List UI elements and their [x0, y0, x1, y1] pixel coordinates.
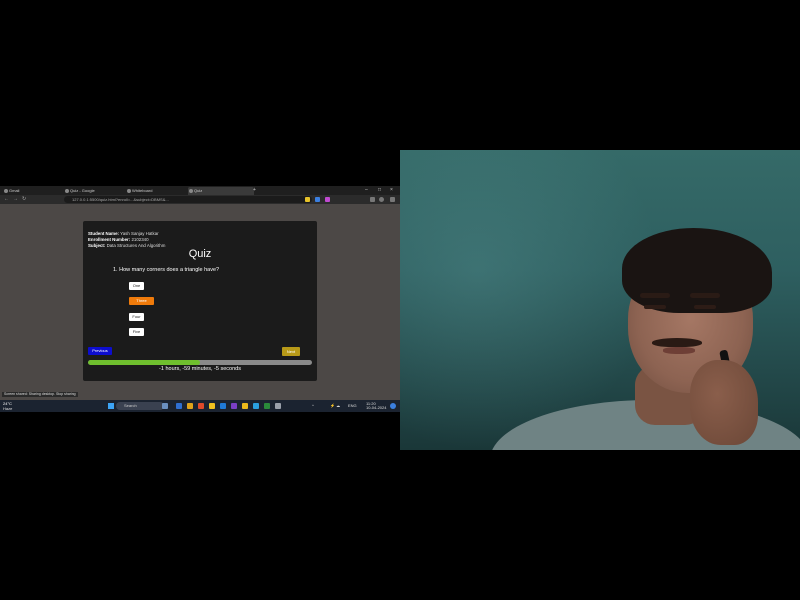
- browser-tab-1[interactable]: Gmail: [3, 187, 65, 195]
- file-explorer-icon[interactable]: [187, 403, 193, 409]
- forward-icon[interactable]: →: [13, 196, 18, 203]
- tab-favicon-icon: [127, 189, 131, 193]
- app-icon[interactable]: [242, 403, 248, 409]
- chrome-icon[interactable]: [209, 403, 215, 409]
- option-button-selected[interactable]: Three: [129, 297, 154, 305]
- student-name-value: Yash Sanjay Hatkar: [120, 231, 159, 236]
- tab-label: Quiz: [194, 188, 203, 193]
- settings-icon[interactable]: [275, 403, 281, 409]
- weather-widget[interactable]: 24°C Haze: [3, 401, 12, 411]
- tray-icons[interactable]: ⚡ ☁: [330, 404, 340, 408]
- screen-share-tooltip: Screen shared: Sharing desktop. Stop sha…: [2, 392, 78, 397]
- quiz-card: Student Name: Yash Sanjay Hatkar Enrollm…: [83, 221, 317, 381]
- webcam-person-eye: [694, 305, 716, 309]
- quiz-title: Quiz: [188, 248, 212, 260]
- enrollment-label: Enrollment Number:: [88, 237, 131, 242]
- extension-icon[interactable]: [315, 197, 320, 202]
- webcam-person-lips: [663, 347, 695, 354]
- progress-bar: [88, 360, 312, 365]
- weather-desc: Haze: [3, 406, 13, 411]
- tab-favicon-icon: [65, 189, 69, 193]
- timer-text: -1 hours, -59 minutes, -5 seconds: [159, 366, 241, 372]
- menu-icon[interactable]: [390, 197, 395, 202]
- windows-start-icon[interactable]: [108, 403, 114, 409]
- minimize-icon[interactable]: –: [365, 186, 368, 195]
- tab-favicon-icon: [189, 189, 193, 193]
- taskbar-search[interactable]: Search: [116, 402, 164, 410]
- next-button[interactable]: Next: [282, 347, 300, 356]
- browser-address-bar: ← → ↻ 127.0.0.1:5500/quiz.html?enroll=..…: [0, 195, 400, 204]
- extension-icon[interactable]: [325, 197, 330, 202]
- url-field[interactable]: 127.0.0.1:5500/quiz.html?enroll=...&subj…: [64, 196, 312, 203]
- close-icon[interactable]: ×: [390, 186, 393, 195]
- visual-studio-icon[interactable]: [231, 403, 237, 409]
- option-button[interactable]: Four: [129, 313, 144, 321]
- new-tab-icon[interactable]: +: [253, 186, 256, 195]
- webcam-person-hair: [622, 228, 772, 313]
- webcam-person-hand: [690, 360, 758, 445]
- maximize-icon[interactable]: □: [378, 186, 381, 195]
- option-button[interactable]: One: [129, 282, 144, 290]
- enrollment-value: 2102340: [131, 237, 149, 242]
- app-icon[interactable]: [220, 403, 226, 409]
- webcam-person-mustache: [652, 338, 702, 347]
- webcam-feed: [400, 150, 800, 450]
- extension-icon[interactable]: [305, 197, 310, 202]
- question-text: 1. How many corners does a triangle have…: [113, 267, 220, 273]
- tab-label: Quiz - Google: [70, 188, 95, 193]
- tab-label: Gmail: [9, 188, 20, 193]
- profile-icon[interactable]: [379, 197, 384, 202]
- option-button[interactable]: Five: [129, 328, 144, 336]
- windows-taskbar: 24°C Haze Search ^ ⚡ ☁ ENG 11:20 10-04-2…: [0, 400, 400, 412]
- notification-icon[interactable]: [390, 403, 396, 409]
- clock-date: 10-04-2024: [366, 405, 387, 410]
- tray-chevron-icon[interactable]: ^: [312, 404, 314, 408]
- app-icon[interactable]: [198, 403, 204, 409]
- webcam-person-eye: [644, 305, 666, 309]
- web-page: Student Name: Yash Sanjay Hatkar Enrollm…: [0, 204, 400, 400]
- webcam-person-brow: [640, 293, 670, 298]
- tab-favicon-icon: [4, 189, 8, 193]
- browser-tab-3[interactable]: Whiteboard: [126, 187, 190, 195]
- app-icon[interactable]: [176, 403, 182, 409]
- previous-button[interactable]: Previous: [88, 347, 112, 355]
- language-indicator[interactable]: ENG: [348, 404, 357, 408]
- back-icon[interactable]: ←: [4, 196, 9, 203]
- webcam-person-brow: [690, 293, 720, 298]
- downloads-icon[interactable]: [370, 197, 375, 202]
- app-icon[interactable]: [264, 403, 270, 409]
- taskbar-clock[interactable]: 11:20 10-04-2024: [366, 402, 386, 410]
- shared-screen: Gmail Quiz - Google Whiteboard Quiz + – …: [0, 186, 400, 412]
- tab-label: Whiteboard: [132, 188, 153, 193]
- progress-fill: [88, 360, 200, 365]
- browser-tab-bar: Gmail Quiz - Google Whiteboard Quiz + – …: [0, 186, 400, 195]
- reload-icon[interactable]: ↻: [22, 196, 26, 203]
- task-view-icon[interactable]: [162, 403, 168, 409]
- student-name-label: Student Name:: [88, 231, 119, 236]
- browser-tab-4-active[interactable]: Quiz: [188, 187, 254, 195]
- app-icon[interactable]: [253, 403, 259, 409]
- browser-tab-2[interactable]: Quiz - Google: [64, 187, 128, 195]
